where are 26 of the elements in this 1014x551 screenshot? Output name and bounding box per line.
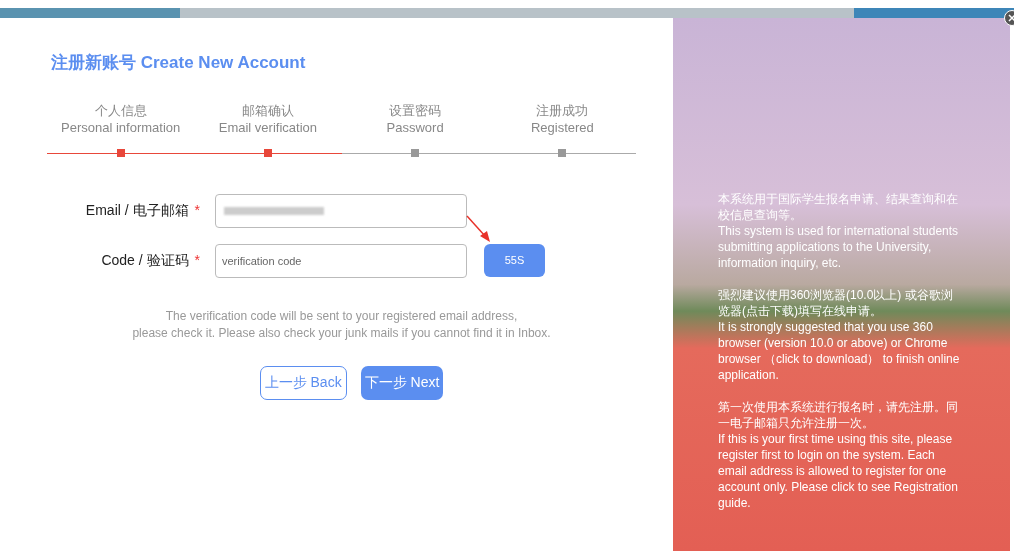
dialog-title: 注册新账号 Create New Account [51,52,306,74]
info-text: 第一次使用本系统进行报名时，请先注册。同一电子邮箱只允许注册一次。 [718,399,959,431]
step-label: Registered [530,118,594,137]
info-text: 强烈建议使用360浏览器(10.0以上) 或谷歌浏览器(点击下载)填写在线申请。 [718,287,954,319]
step-label: Password [386,118,444,137]
email-field[interactable] [215,193,467,228]
help-text: please check it. Please also check your junk mails if you cannot find it in Inbox. [132,324,551,342]
required-mark: * [194,251,200,270]
step-label: Email verification [218,118,317,137]
info-text: This system is used for international students submitting applications to the University, information inquiry, etc. [718,223,960,271]
code-field[interactable]: verification code [215,243,467,278]
help-text: The verification code will be sent to your registered email address, [165,307,518,325]
step-label: 个人信息 [94,101,147,119]
back-button[interactable]: 上一步 Back [259,365,347,400]
arrow-icon [466,215,492,243]
step-label: 注册成功 [536,101,589,119]
info-text: It is strongly suggested that you use 360 browser (version 10.0 or above) or Chrome browser （click to download） to finish online application. [718,319,960,383]
field-label: Code / 验证码 [101,251,189,270]
info-text: If this is your first time using this site, please register first to login on the system. Each email address is allowed to register for one account only. Please click to see Registration guide. [718,431,959,511]
countdown-button[interactable]: 55S [484,244,545,277]
next-button[interactable]: 下一步 Next [360,365,444,400]
step-label: 邮箱确认 [241,101,294,119]
step-label: Personal information [61,118,181,137]
step-label: 设置密码 [389,101,442,119]
field-label: Email / 电子邮箱 [85,201,189,220]
required-mark: * [194,201,200,220]
